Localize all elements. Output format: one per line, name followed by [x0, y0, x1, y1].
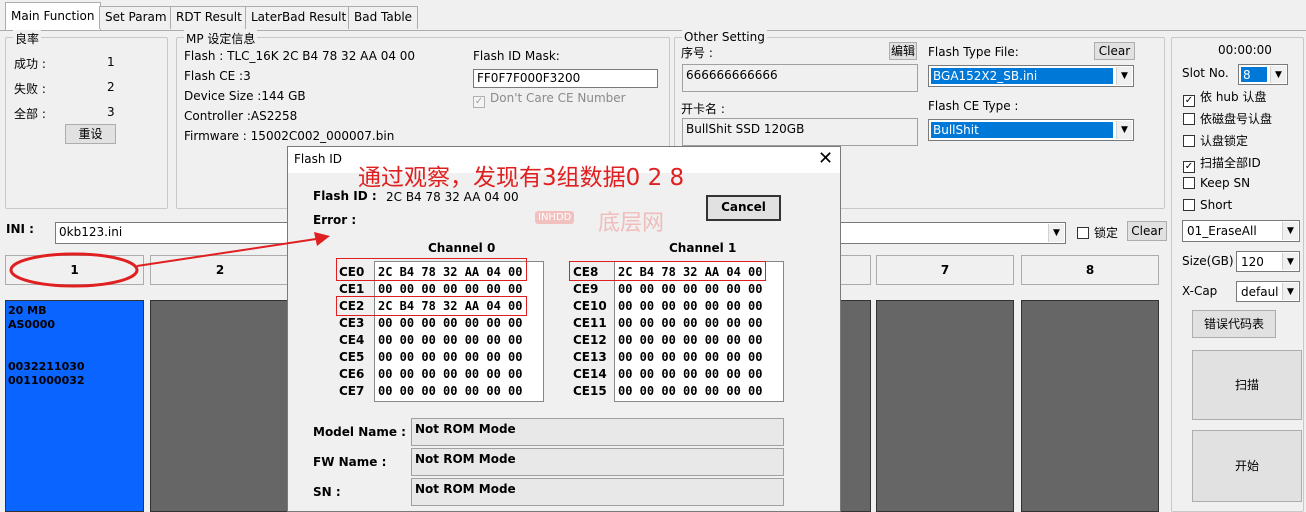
annotation-overlay	[9, 232, 330, 288]
arrow-head-icon	[314, 232, 330, 246]
annotation-arrow-line	[136, 238, 317, 267]
annotation-circle	[9, 252, 139, 288]
